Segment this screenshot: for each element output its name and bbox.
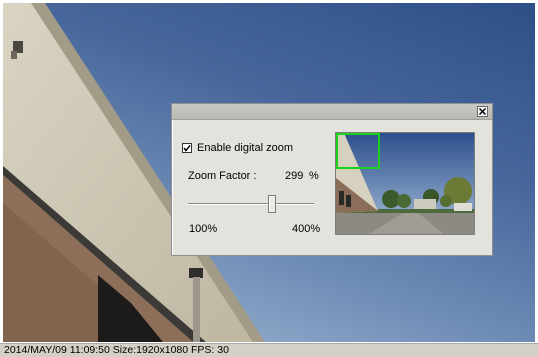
zoom-preview-thumbnail[interactable] (335, 132, 475, 235)
slider-thumb[interactable] (267, 195, 276, 213)
enable-digital-zoom-option[interactable]: Enable digital zoom (182, 141, 293, 155)
enable-digital-zoom-label: Enable digital zoom (197, 142, 294, 154)
zoom-factor-slider[interactable] (188, 194, 314, 214)
slider-track[interactable] (188, 203, 314, 205)
zoom-region-selector[interactable] (336, 133, 380, 169)
close-button[interactable] (477, 106, 488, 117)
checkmark-icon (183, 145, 191, 152)
enable-digital-zoom-checkbox[interactable] (182, 143, 192, 153)
status-bar: 2014/MAY/09 11:09:50 Size:1920x1080 FPS:… (0, 343, 538, 357)
dialog-titlebar[interactable] (172, 104, 492, 120)
zoom-factor-label: Zoom Factor : (188, 170, 257, 182)
digital-zoom-dialog: Enable digital zoom Zoom Factor : 299 % … (171, 103, 493, 256)
slider-min-label: 100% (189, 223, 218, 235)
zoom-factor-unit: % (309, 170, 319, 182)
zoom-factor-value: 299 (285, 170, 304, 182)
close-icon (479, 108, 486, 115)
slider-max-label: 400% (292, 223, 321, 235)
